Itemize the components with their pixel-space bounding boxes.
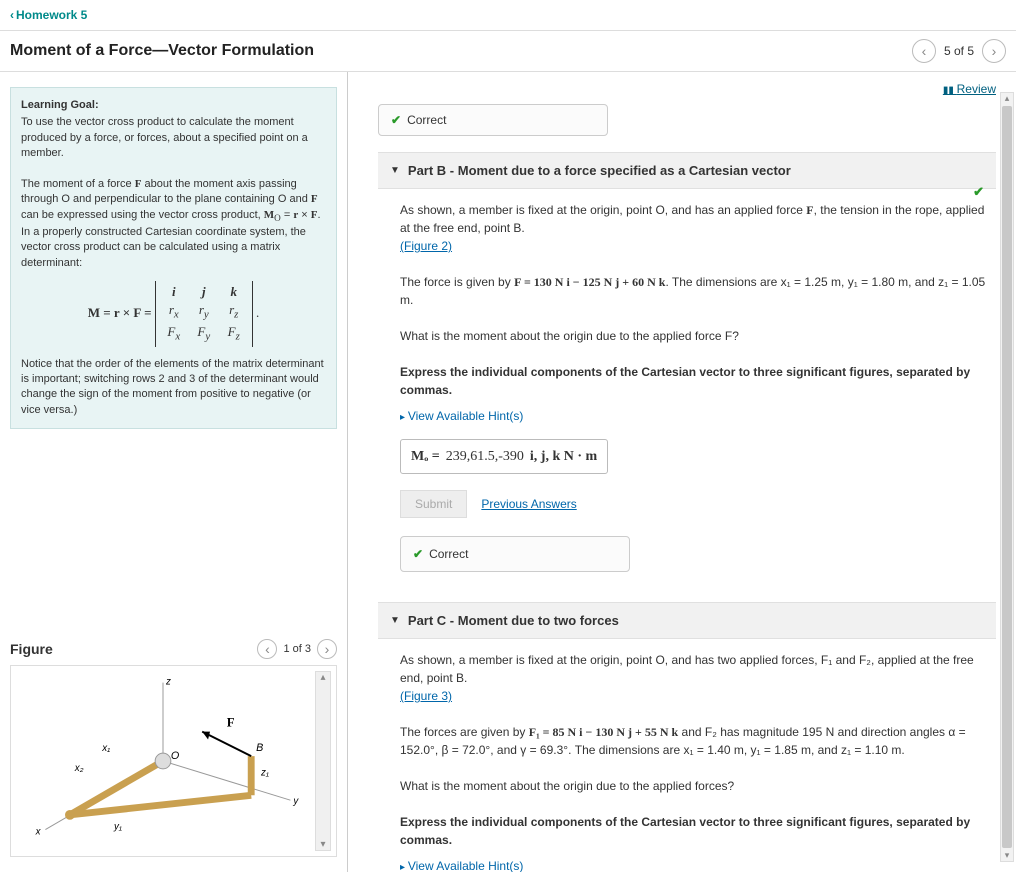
part-c-body: As shown, a member is fixed at the origi…	[378, 645, 996, 872]
back-link[interactable]: Homework 5	[10, 8, 87, 22]
figure-nav: ‹ 1 of 3 ›	[257, 639, 337, 659]
figure-next-button[interactable]: ›	[317, 639, 337, 659]
figure2-link[interactable]: (Figure 2)	[400, 239, 452, 253]
learning-p3: Notice that the order of the elements of…	[21, 358, 324, 416]
learning-goal-box: Learning Goal: To use the vector cross p…	[10, 87, 337, 429]
svg-text:x: x	[35, 827, 42, 838]
part-b-title: Part B - Moment due to a force specified…	[408, 163, 791, 178]
page-nav: ‹ 5 of 5 ›	[912, 39, 1006, 63]
page-position: 5 of 5	[944, 44, 974, 58]
prev-page-button[interactable]: ‹	[912, 39, 936, 63]
figure-heading: Figure	[10, 641, 53, 657]
svg-text:F: F	[227, 716, 235, 730]
learning-p2c: can be expressed using the vector cross …	[21, 209, 264, 221]
svg-text:O: O	[171, 750, 180, 762]
next-page-button[interactable]: ›	[982, 39, 1006, 63]
figure3-link[interactable]: (Figure 3)	[400, 689, 452, 703]
caret-down-icon: ▼	[390, 165, 400, 176]
submit-button-b: Submit	[400, 490, 467, 518]
part-b-header[interactable]: ▼ Part B - Moment due to a force specifi…	[378, 152, 996, 189]
part-b-instruction: Express the individual components of the…	[400, 365, 970, 397]
check-icon: ✔	[391, 113, 401, 127]
svg-text:x₁: x₁	[101, 743, 110, 754]
part-c-header[interactable]: ▼ Part C - Moment due to two forces	[378, 602, 996, 639]
svg-text:x₂: x₂	[74, 763, 84, 774]
svg-text:z: z	[165, 677, 171, 688]
learning-p1: To use the vector cross product to calcu…	[21, 116, 308, 159]
content-scrollbar[interactable]: ▴▾	[1000, 92, 1014, 862]
part-c-title: Part C - Moment due to two forces	[408, 613, 619, 628]
hints-toggle-b[interactable]: View Available Hint(s)	[400, 407, 992, 425]
learning-heading: Learning Goal:	[21, 98, 326, 113]
svg-text:y₁: y₁	[113, 822, 122, 833]
svg-text:z₁: z₁	[260, 768, 269, 779]
check-icon: ✔	[973, 184, 984, 200]
status-correct-b: ✔Correct	[400, 536, 630, 572]
part-b-answer: Mₒ = 239,61.5,-390 i, j, k N · m	[400, 439, 608, 474]
status-correct-top: ✔Correct	[378, 104, 608, 136]
figure-scrollbar[interactable]: ▴▾	[315, 671, 331, 851]
page-title: Moment of a Force—Vector Formulation	[10, 42, 314, 60]
review-link[interactable]: Review	[943, 82, 996, 96]
svg-text:y: y	[292, 796, 299, 807]
previous-answers-link[interactable]: Previous Answers	[481, 495, 576, 513]
part-c-instruction: Express the individual components of the…	[400, 815, 970, 847]
svg-text:B: B	[256, 742, 263, 754]
figure-image: z y x x₁ x₂ y₁ z₁ F	[16, 671, 310, 851]
figure-prev-button[interactable]: ‹	[257, 639, 277, 659]
determinant-formula: M = r × F = ijk rxryrz FxFyFz .	[21, 281, 326, 347]
learning-p2a: The moment of a force	[21, 178, 135, 190]
caret-down-icon: ▼	[390, 615, 400, 626]
part-b-body: As shown, a member is fixed at the origi…	[378, 195, 996, 602]
check-icon: ✔	[413, 547, 423, 561]
figure-position: 1 of 3	[283, 643, 311, 655]
